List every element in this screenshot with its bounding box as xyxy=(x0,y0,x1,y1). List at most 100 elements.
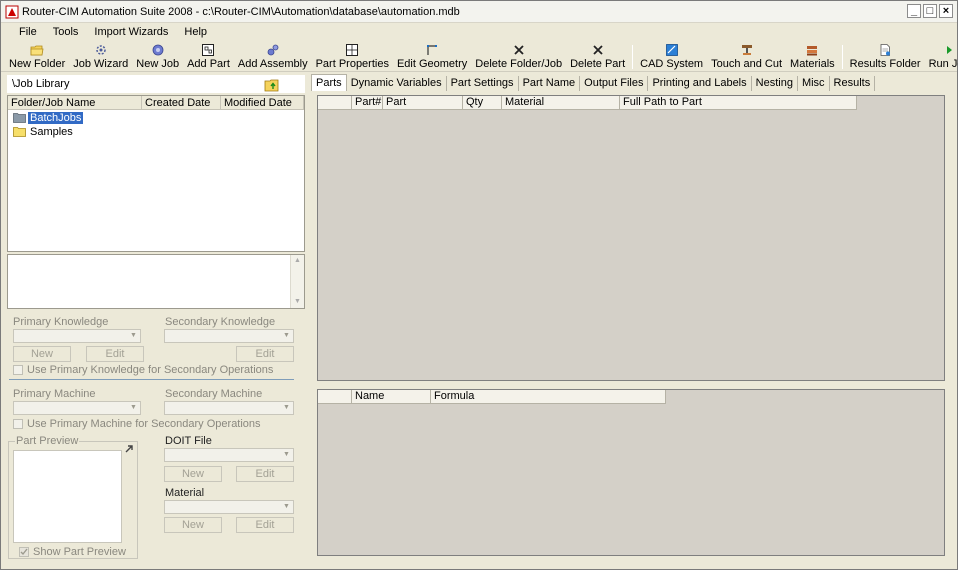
secondary-knowledge-edit-button[interactable]: Edit xyxy=(236,346,294,362)
column-folder-job-name[interactable]: Folder/Job Name xyxy=(8,96,142,109)
maximize-button[interactable]: □ xyxy=(923,4,937,18)
chevron-down-icon: ▼ xyxy=(283,332,290,339)
chevron-down-icon: ▼ xyxy=(283,404,290,411)
scroll-up-arrow-icon[interactable]: ▲ xyxy=(291,255,304,267)
memo-scrollbar[interactable]: ▲ ▼ xyxy=(290,255,304,308)
chevron-down-icon: ▼ xyxy=(130,404,137,411)
doit-file-label: DOIT File xyxy=(165,435,212,447)
tab-nesting[interactable]: Nesting xyxy=(752,76,798,91)
primary-machine-select[interactable]: ▼ xyxy=(13,401,141,415)
job-library-path: \Job Library xyxy=(7,75,305,93)
tab-part-settings[interactable]: Part Settings xyxy=(447,76,519,91)
column-row-indicator[interactable] xyxy=(318,390,352,404)
tab-output-files[interactable]: Output Files xyxy=(580,76,649,91)
new-job-button[interactable]: New Job xyxy=(132,42,183,70)
window-title: Router-CIM Automation Suite 2008 - c:\Ro… xyxy=(22,5,460,18)
properties-icon xyxy=(346,44,359,56)
knowledge-edit-button[interactable]: Edit xyxy=(86,346,144,362)
folder-icon xyxy=(13,127,26,137)
folder-up-icon[interactable] xyxy=(264,78,280,92)
use-primary-machine-checkbox[interactable] xyxy=(13,419,23,429)
knowledge-new-button[interactable]: New xyxy=(13,346,71,362)
show-part-preview-label: Show Part Preview xyxy=(33,546,126,558)
edit-geometry-button[interactable]: Edit Geometry xyxy=(393,42,471,70)
material-select[interactable]: ▼ xyxy=(164,500,294,514)
materials-icon xyxy=(807,46,818,56)
tree-item-batchjobs[interactable]: BatchJobs xyxy=(8,111,304,124)
tree-header: Folder/Job Name Created Date Modified Da… xyxy=(8,96,304,110)
column-row-indicator[interactable] xyxy=(318,96,352,110)
notes-memo[interactable]: ▲ ▼ xyxy=(7,254,305,309)
use-primary-machine-label: Use Primary Machine for Secondary Operat… xyxy=(27,418,261,430)
chevron-down-icon: ▼ xyxy=(283,451,290,458)
section-divider xyxy=(9,379,294,380)
menu-file[interactable]: File xyxy=(11,24,45,40)
new-folder-button[interactable]: New Folder xyxy=(5,42,69,70)
delete-folder-job-button[interactable]: Delete Folder/Job xyxy=(471,42,566,70)
column-part[interactable]: Part xyxy=(383,96,463,110)
menu-tools[interactable]: Tools xyxy=(45,24,87,40)
column-modified-date[interactable]: Modified Date xyxy=(221,96,304,109)
play-icon xyxy=(947,46,953,54)
job-wizard-button[interactable]: Job Wizard xyxy=(69,42,132,70)
job-library-tree[interactable]: Folder/Job Name Created Date Modified Da… xyxy=(7,95,305,252)
minimize-button[interactable]: _ xyxy=(907,4,921,18)
doit-edit-button[interactable]: Edit xyxy=(236,466,294,482)
touch-cut-icon xyxy=(741,45,752,55)
app-window: Router-CIM Automation Suite 2008 - c:\Ro… xyxy=(0,0,958,570)
results-folder-button[interactable]: Results Folder xyxy=(846,42,925,70)
tab-dynamic-variables[interactable]: Dynamic Variables xyxy=(347,76,447,91)
formula-grid[interactable]: Name Formula xyxy=(317,389,945,556)
materials-button[interactable]: Materials xyxy=(786,42,839,70)
tree-item-samples[interactable]: Samples xyxy=(8,125,304,138)
doit-new-button[interactable]: New xyxy=(164,466,222,482)
add-part-button[interactable]: Add Part xyxy=(183,42,234,70)
part-preview-label: Part Preview xyxy=(15,435,80,447)
use-primary-knowledge-checkbox[interactable] xyxy=(13,365,23,375)
menu-import-wizards[interactable]: Import Wizards xyxy=(86,24,176,40)
secondary-machine-select[interactable]: ▼ xyxy=(164,401,294,415)
tab-part-name[interactable]: Part Name xyxy=(519,76,581,91)
primary-knowledge-select[interactable]: ▼ xyxy=(13,329,141,343)
material-new-button[interactable]: New xyxy=(164,517,222,533)
part-properties-button[interactable]: Part Properties xyxy=(312,42,393,70)
gear-icon xyxy=(152,44,164,56)
results-folder-icon xyxy=(880,44,891,56)
x-icon xyxy=(592,45,603,55)
cad-icon xyxy=(665,44,678,56)
formula-grid-header: Name Formula xyxy=(318,390,666,404)
material-edit-button[interactable]: Edit xyxy=(236,517,294,533)
secondary-knowledge-select[interactable]: ▼ xyxy=(164,329,294,343)
tab-parts[interactable]: Parts xyxy=(311,74,347,91)
menu-help[interactable]: Help xyxy=(176,24,215,40)
column-material[interactable]: Material xyxy=(502,96,620,110)
primary-machine-label: Primary Machine xyxy=(13,388,96,400)
geometry-icon xyxy=(427,45,438,55)
tab-misc[interactable]: Misc xyxy=(798,76,830,91)
parts-grid[interactable]: Part# Part Qty Material Full Path to Par… xyxy=(317,95,945,381)
cad-system-button[interactable]: CAD System xyxy=(636,42,707,70)
add-assembly-button[interactable]: Add Assembly xyxy=(234,42,312,70)
toolbar: New Folder Job Wizard New Job Add Part A… xyxy=(1,42,958,72)
column-name[interactable]: Name xyxy=(352,390,431,404)
column-formula[interactable]: Formula xyxy=(431,390,666,404)
folder-icon xyxy=(13,113,26,123)
column-qty[interactable]: Qty xyxy=(463,96,502,110)
scroll-down-arrow-icon[interactable]: ▼ xyxy=(291,296,304,308)
title-bar: Router-CIM Automation Suite 2008 - c:\Ro… xyxy=(1,1,957,23)
doit-file-select[interactable]: ▼ xyxy=(164,448,294,462)
run-job-button[interactable]: Run Job xyxy=(925,42,958,70)
column-part-number[interactable]: Part# xyxy=(352,96,383,110)
delete-part-button[interactable]: Delete Part xyxy=(566,42,629,70)
tab-printing-and-labels[interactable]: Printing and Labels xyxy=(648,76,752,91)
column-full-path-to-part[interactable]: Full Path to Part xyxy=(620,96,857,110)
menu-bar: File Tools Import Wizards Help xyxy=(1,23,957,41)
tab-results[interactable]: Results xyxy=(830,76,876,91)
touch-and-cut-button[interactable]: Touch and Cut xyxy=(707,42,786,70)
expand-arrow-icon[interactable] xyxy=(124,444,134,454)
column-created-date[interactable]: Created Date xyxy=(142,96,221,109)
show-part-preview-checkbox[interactable] xyxy=(19,547,29,557)
close-button[interactable]: × xyxy=(939,4,953,18)
tab-strip: Parts Dynamic Variables Part Settings Pa… xyxy=(311,74,876,91)
toolbar-separator xyxy=(632,45,634,69)
